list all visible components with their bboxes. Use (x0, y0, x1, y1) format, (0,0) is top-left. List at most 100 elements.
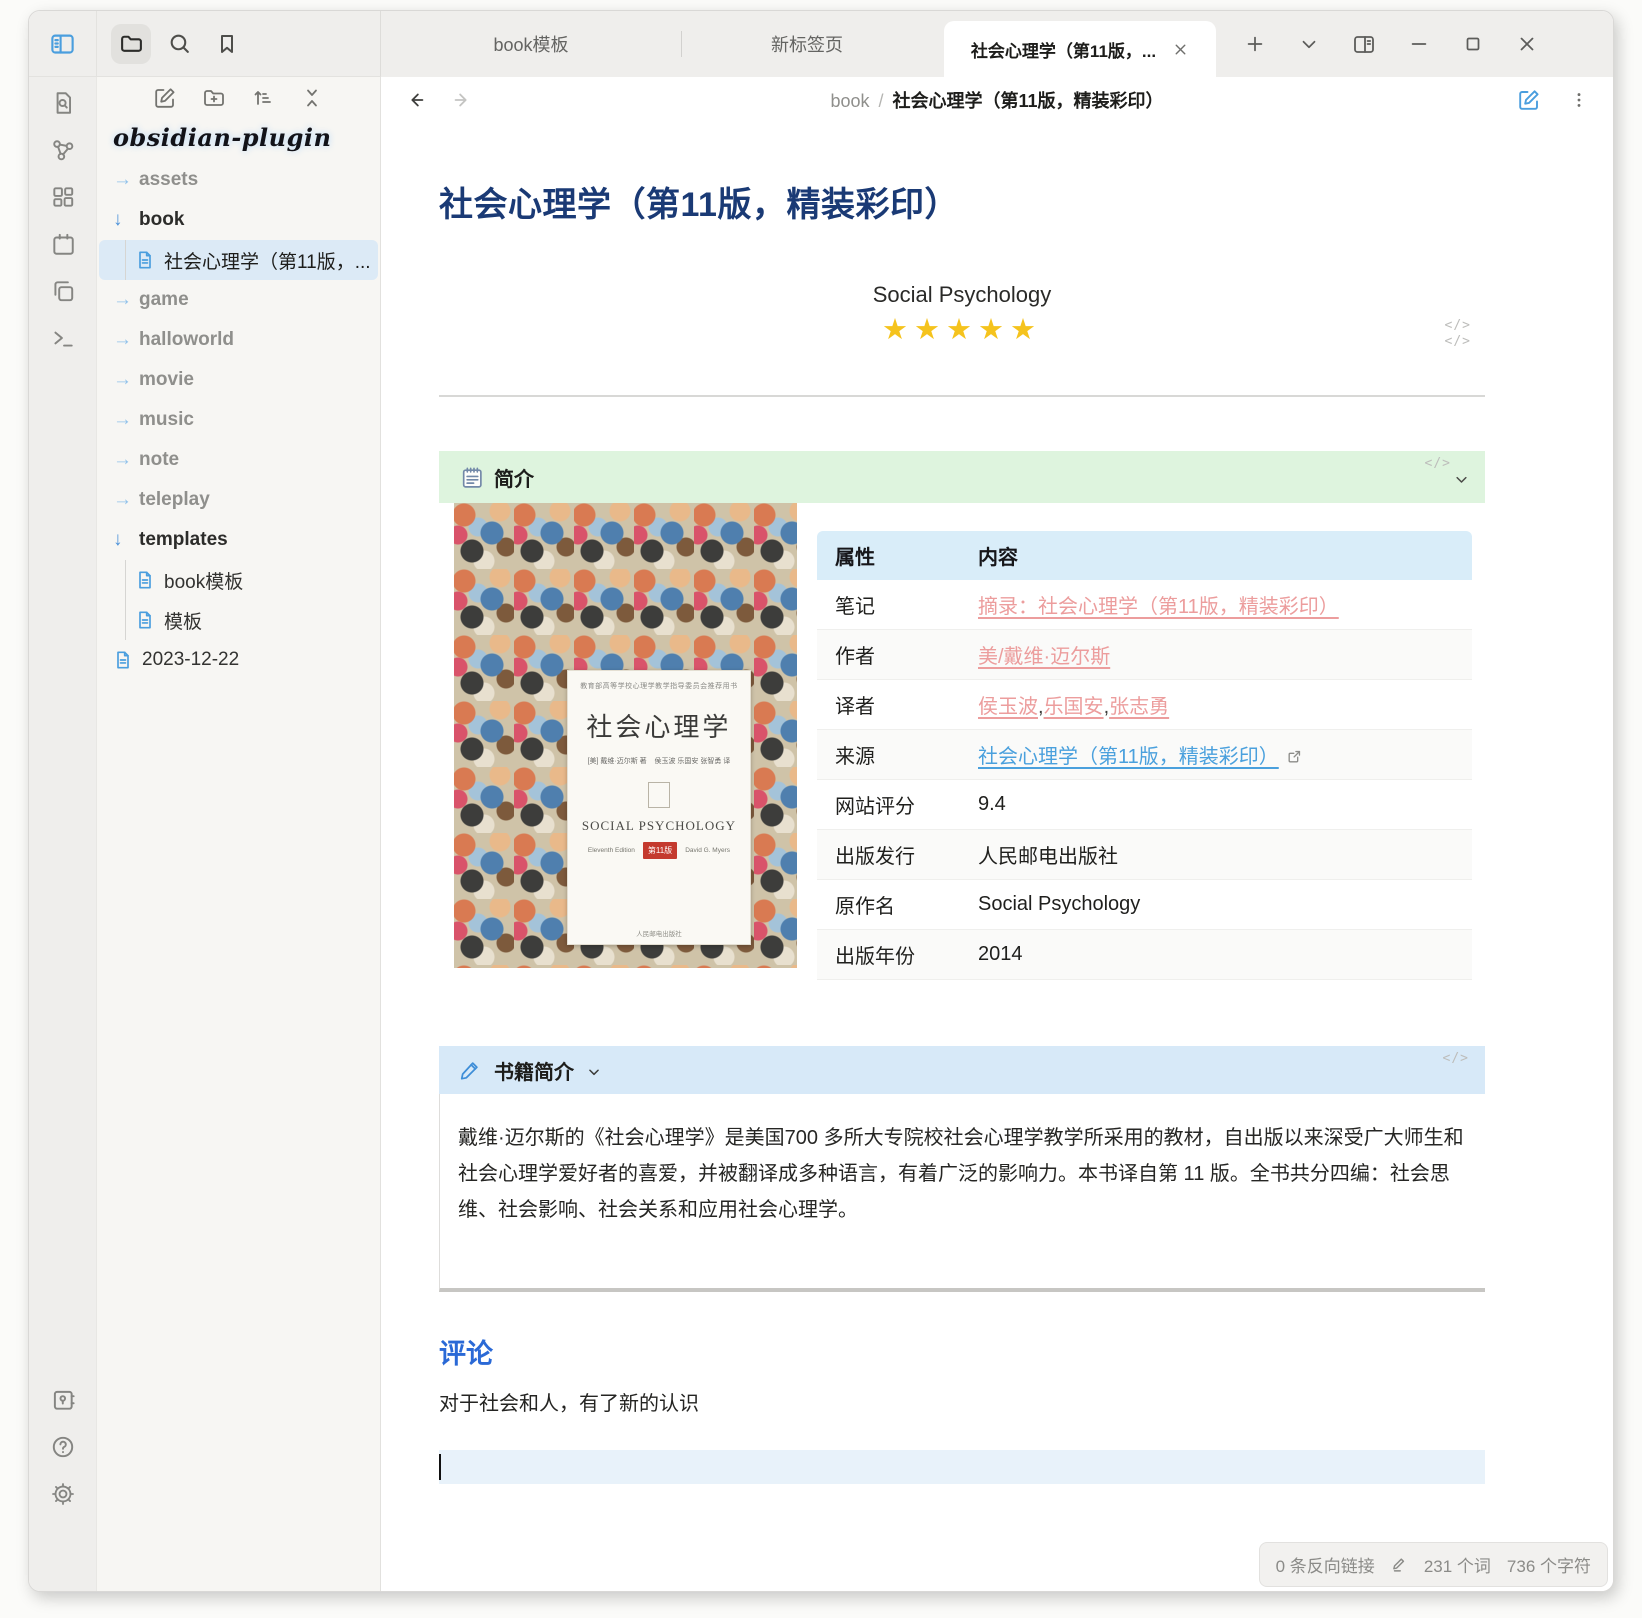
files-tab-button[interactable] (111, 24, 151, 64)
chevron-down-icon[interactable] (1454, 472, 1469, 487)
code-block-icon[interactable]: </> (1443, 1051, 1469, 1066)
tree-folder-music[interactable]: → music (99, 400, 378, 440)
tree-file-social-psychology[interactable]: 社会心理学（第11版，... (99, 240, 378, 280)
breadcrumb-parent[interactable]: book (830, 91, 869, 111)
tree-folder-assets[interactable]: → assets (99, 160, 378, 200)
intro-section-header[interactable]: 简介 </> (439, 451, 1485, 503)
summary-callout-header[interactable]: 书籍简介 </> (439, 1046, 1485, 1094)
active-edit-line[interactable] (439, 1450, 1485, 1484)
tree-folder-teleplay[interactable]: → teleplay (99, 480, 378, 520)
folder-arrow-icon: → (113, 329, 139, 351)
wikilink-author[interactable]: 美/戴维·迈尔斯 (978, 646, 1110, 668)
edit-icon[interactable] (1517, 88, 1541, 112)
search-tab-button[interactable] (159, 24, 199, 64)
document-icon (135, 250, 155, 270)
code-block-icon[interactable]: </> (1445, 318, 1471, 333)
external-link-source[interactable]: 社会心理学（第11版，精装彩印） (978, 746, 1279, 768)
breadcrumb-separator: / (879, 91, 884, 111)
rating-stars: ★★★★★ (439, 312, 1485, 347)
sort-icon[interactable] (251, 86, 275, 110)
blocks-icon[interactable] (50, 184, 76, 210)
wikilink-note-excerpt[interactable]: 摘录：社会心理学（第11版，精装彩印） (978, 596, 1339, 618)
word-count[interactable]: 231 个词 (1424, 1552, 1491, 1577)
tree-file-template[interactable]: 模板 (99, 600, 378, 640)
edit-mode-icon[interactable] (1391, 1556, 1408, 1573)
tree-file-daily-note[interactable]: 2023-12-22 (99, 640, 378, 680)
copy-icon[interactable] (50, 278, 76, 304)
close-window-icon[interactable] (1516, 33, 1538, 55)
external-link-icon (1286, 748, 1303, 765)
book-cover-panel: 教育部高等学校心理学教学指导委员会推荐用书 社会心理学 [美] 戴维·迈尔斯 著… (567, 670, 751, 944)
table-row-source: 来源 社会心理学（第11版，精装彩印） (817, 730, 1472, 780)
note-title: 社会心理学（第11版，精装彩印） (439, 177, 1485, 226)
tab-close-icon[interactable] (1172, 41, 1189, 58)
sidebar-toggle-icon[interactable] (43, 24, 83, 64)
maximize-icon[interactable] (1462, 33, 1484, 55)
editor-header: book / 社会心理学（第11版，精装彩印） (381, 77, 1613, 123)
table-header-row: 属性 内容 (817, 531, 1472, 580)
bookmark-tab-button[interactable] (207, 24, 247, 64)
forward-icon[interactable] (451, 89, 473, 111)
explorer-toolbar (97, 77, 380, 119)
terminal-icon[interactable] (50, 325, 76, 351)
wikilink-translator-2[interactable]: 乐国安 (1044, 696, 1104, 718)
status-bar: 0 条反向链接 231 个词 736 个字符 (1259, 1542, 1608, 1587)
comments-text: 对于社会和人，有了新的认识 (439, 1387, 1485, 1416)
tab-label: book模板 (493, 31, 568, 57)
chevron-down-icon[interactable] (587, 1065, 601, 1079)
help-icon[interactable] (50, 1434, 76, 1460)
more-icon[interactable] (1569, 90, 1589, 110)
row-label: 出版年份 (817, 930, 960, 980)
folder-arrow-icon: ↓ (113, 529, 139, 551)
wikilink-translator-1[interactable]: 侯玉波 (978, 696, 1038, 718)
cover-title-en: SOCIAL PSYCHOLOGY (582, 818, 736, 834)
cover-edition-badge: 第11版 (643, 842, 677, 859)
new-folder-icon[interactable] (202, 86, 226, 110)
tab-list-chevron-icon[interactable] (1298, 33, 1320, 55)
new-tab-icon[interactable] (1244, 33, 1266, 55)
indent-guide (125, 560, 126, 600)
breadcrumb-current[interactable]: 社会心理学（第11版，精装彩印） (893, 91, 1164, 111)
document-icon (135, 610, 155, 630)
tree-folder-note[interactable]: → note (99, 440, 378, 480)
minimize-icon[interactable] (1408, 33, 1430, 55)
tab-strip: book模板 新标签页 社会心理学（第11版，... (381, 11, 1613, 77)
row-value: 9.4 (960, 780, 1472, 830)
titlebar-rail (29, 11, 96, 77)
table-row-original-title: 原作名 Social Psychology (817, 880, 1472, 930)
book-cover-image: 教育部高等学校心理学教学指导委员会推荐用书 社会心理学 [美] 戴维·迈尔斯 著… (454, 503, 797, 968)
tree-folder-movie[interactable]: → movie (99, 360, 378, 400)
tab-book-template[interactable]: book模板 (381, 11, 681, 77)
tab-active-social-psychology[interactable]: 社会心理学（第11版，... (944, 21, 1216, 77)
folder-arrow-icon: → (113, 369, 139, 391)
gear-icon[interactable] (50, 1481, 76, 1507)
tab-label: 社会心理学（第11版，... (971, 37, 1156, 62)
vault-title[interactable]: obsidian-plugin (113, 123, 380, 152)
back-icon[interactable] (405, 89, 427, 111)
vault-icon[interactable] (50, 1387, 76, 1413)
new-note-icon[interactable] (153, 86, 177, 110)
row-label: 来源 (817, 730, 960, 780)
cover-edition-en: Eleventh Edition (588, 847, 635, 854)
row-value: Social Psychology (960, 880, 1472, 930)
table-row-year: 出版年份 2014 (817, 930, 1472, 980)
text-caret (439, 1454, 441, 1480)
tab-new[interactable]: 新标签页 (682, 11, 932, 77)
code-block-icon[interactable]: </> (1425, 456, 1451, 471)
tree-folder-book[interactable]: ↓ book (99, 200, 378, 240)
backlinks-count[interactable]: 0 条反向链接 (1276, 1552, 1375, 1577)
tree-file-book-template[interactable]: book模板 (99, 560, 378, 600)
graph-icon[interactable] (50, 137, 76, 163)
tree-folder-game[interactable]: → game (99, 280, 378, 320)
tree-folder-templates[interactable]: ↓ templates (99, 520, 378, 560)
file-search-icon[interactable] (50, 90, 76, 116)
split-pane-icon[interactable] (1352, 32, 1376, 56)
summary-callout-title: 书籍简介 (494, 1056, 574, 1085)
tree-folder-halloworld[interactable]: → halloworld (99, 320, 378, 360)
wikilink-translator-3[interactable]: 张志勇 (1109, 696, 1169, 718)
intro-section-title: 简介 (494, 463, 534, 492)
char-count[interactable]: 736 个字符 (1507, 1552, 1591, 1577)
collapse-all-icon[interactable] (300, 86, 324, 110)
notepad-icon (459, 465, 484, 490)
calendar-icon[interactable] (50, 231, 76, 257)
